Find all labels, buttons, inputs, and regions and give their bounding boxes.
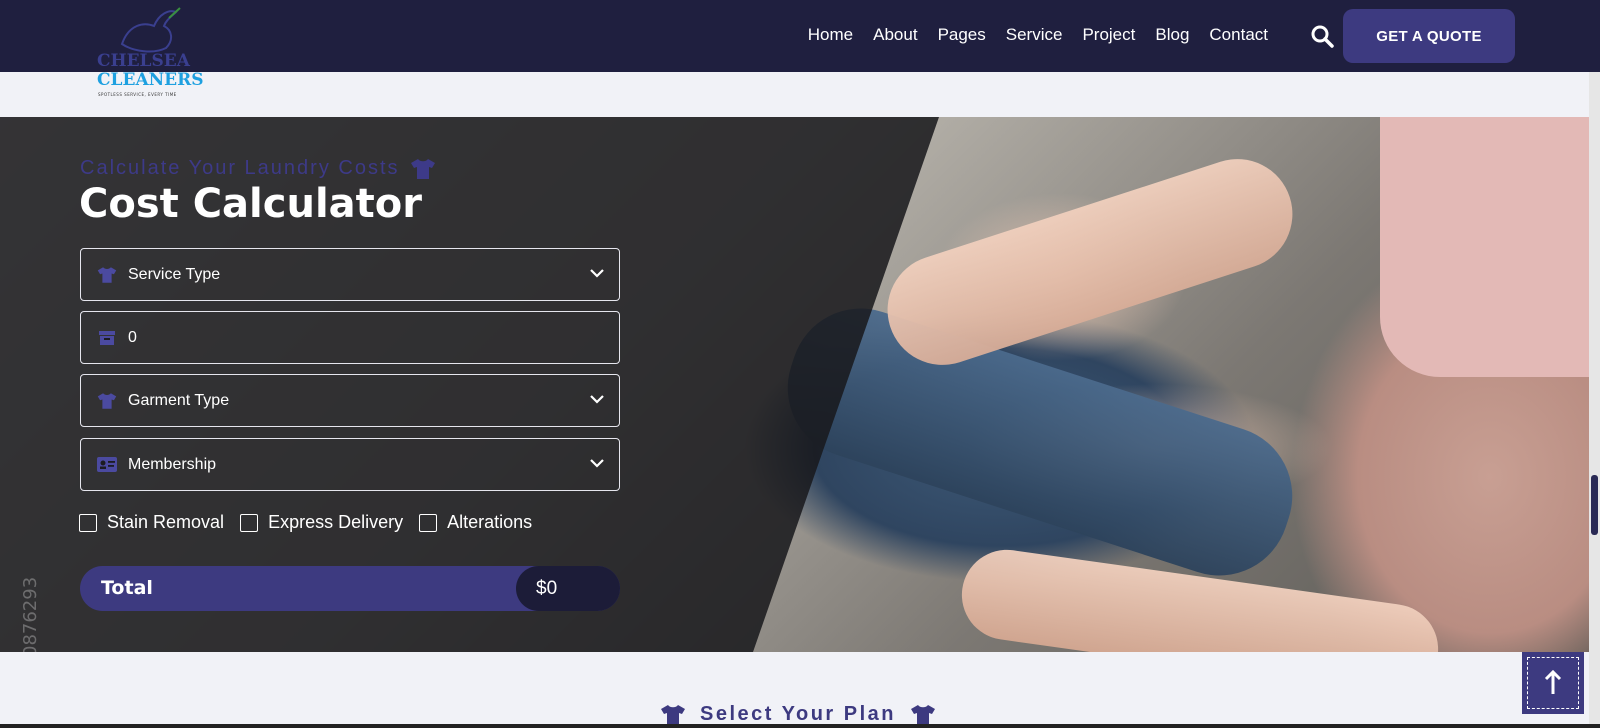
quantity-value: 0 <box>128 328 137 346</box>
plan-heading-text: Select Your Plan <box>700 703 896 725</box>
alterations-checkbox[interactable] <box>419 513 438 532</box>
total-bar: Total $0 <box>80 566 620 611</box>
alterations-option[interactable]: Alterations <box>419 512 532 533</box>
main-nav: Home About Pages Service Project Blog Co… <box>788 25 1268 45</box>
back-to-top-button[interactable] <box>1522 652 1584 714</box>
service-type-label: Service Type <box>128 265 221 283</box>
nav-project[interactable]: Project <box>1082 25 1135 45</box>
back-to-top-frame <box>1527 657 1579 709</box>
tshirt-icon <box>97 391 117 411</box>
calculator-kicker: Calculate Your Laundry Costs <box>80 157 436 180</box>
nav-contact[interactable]: Contact <box>1209 25 1268 45</box>
kicker-text: Calculate Your Laundry Costs <box>80 157 400 179</box>
dove-logo-icon <box>120 7 181 53</box>
logo-tagline: SPOTLESS SERVICE, EVERY TIME <box>98 92 177 97</box>
logo-text-cleaners: CLEANERS <box>97 70 204 90</box>
garment-type-select[interactable]: Garment Type <box>80 374 620 427</box>
chevron-down-icon <box>590 269 604 278</box>
photo-sleeve <box>1380 117 1589 377</box>
chevron-down-icon <box>590 395 604 404</box>
chevron-down-icon <box>590 459 604 468</box>
nav-blog[interactable]: Blog <box>1155 25 1189 45</box>
tshirt-icon <box>410 158 435 179</box>
tshirt-icon <box>97 265 117 285</box>
side-number: 0876293 <box>20 576 41 652</box>
get-a-quote-button[interactable]: GET A QUOTE <box>1343 9 1515 63</box>
stain-removal-checkbox[interactable] <box>79 513 97 532</box>
nav-about[interactable]: About <box>873 25 917 45</box>
garment-type-label: Garment Type <box>128 391 230 409</box>
express-delivery-label: Express Delivery <box>268 512 404 532</box>
membership-label: Membership <box>128 455 217 473</box>
nav-service[interactable]: Service <box>1006 25 1063 45</box>
alterations-label: Alterations <box>447 512 533 532</box>
site-header: CHELSEA CLEANERS SPOTLESS SERVICE, EVERY… <box>0 0 1600 97</box>
quantity-input[interactable]: 0 <box>80 311 620 364</box>
nav-home[interactable]: Home <box>808 25 853 45</box>
calculator-title: Cost Calculator <box>79 181 422 227</box>
page-scrollbar[interactable] <box>1589 72 1600 728</box>
express-delivery-checkbox[interactable] <box>240 513 259 532</box>
arrow-up-icon <box>1544 670 1562 694</box>
box-icon <box>97 328 117 348</box>
scrollbar-thumb[interactable] <box>1591 475 1598 535</box>
logo-text-chelsea: CHELSEA <box>97 51 190 71</box>
nav-pages[interactable]: Pages <box>938 25 986 45</box>
id-card-icon <box>97 455 117 475</box>
total-amount: $0 <box>516 566 620 611</box>
extra-options: Stain Removal Express Delivery Alteratio… <box>79 512 548 533</box>
plan-heading: Select Your Plan <box>660 703 936 726</box>
service-type-select[interactable]: Service Type <box>80 248 620 301</box>
tshirt-icon <box>911 704 935 725</box>
stain-removal-option[interactable]: Stain Removal <box>79 512 224 533</box>
express-delivery-option[interactable]: Express Delivery <box>240 512 403 533</box>
stain-removal-label: Stain Removal <box>107 512 225 532</box>
search-icon[interactable] <box>1310 24 1334 48</box>
tshirt-icon <box>661 704 685 725</box>
site-logo[interactable]: CHELSEA CLEANERS SPOTLESS SERVICE, EVERY… <box>92 0 212 100</box>
membership-select[interactable]: Membership <box>80 438 620 491</box>
total-label: Total <box>101 577 153 599</box>
window-bottom-edge <box>0 724 1600 728</box>
